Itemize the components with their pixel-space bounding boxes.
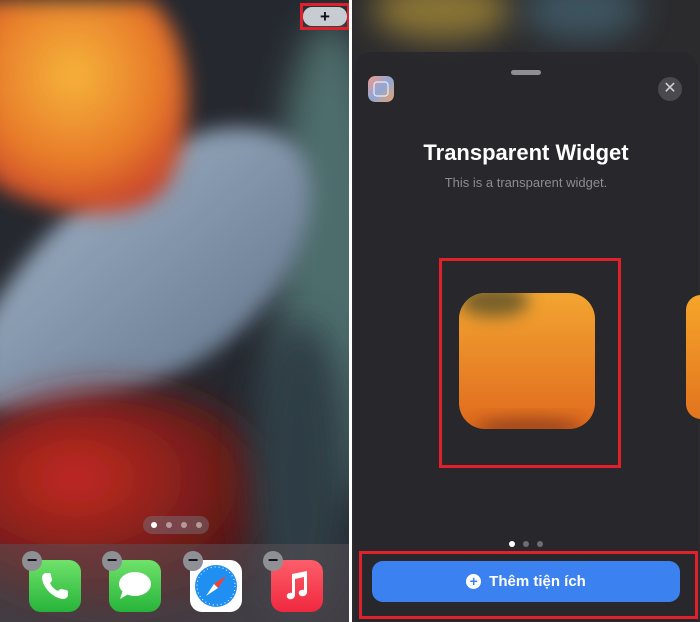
- widget-app-icon: [368, 76, 394, 102]
- page-dot: [195, 522, 202, 528]
- widget-subtitle: This is a transparent widget.: [444, 175, 608, 190]
- close-button[interactable]: ✕: [658, 77, 682, 101]
- remove-badge[interactable]: −: [22, 551, 42, 571]
- page-dot: [180, 522, 187, 528]
- widget-sheet-panel: ✕ Transparent Widget This is a transpare…: [352, 0, 700, 622]
- page-dot: [537, 541, 543, 547]
- widget-page-indicator[interactable]: [352, 541, 700, 547]
- widget-title: Transparent Widget: [423, 140, 629, 165]
- next-widget-preview[interactable]: [686, 295, 700, 419]
- page-dot: [165, 522, 172, 528]
- page-dot: [150, 522, 157, 528]
- page-dot: [523, 541, 529, 547]
- highlight-box-add-button: [359, 551, 698, 619]
- highlight-box-widget: [439, 258, 621, 468]
- page-indicator[interactable]: [143, 516, 209, 534]
- highlight-box-plus: [300, 3, 349, 30]
- home-screen-panel: + − − − −: [0, 0, 349, 622]
- remove-badge[interactable]: −: [263, 551, 283, 571]
- sheet-grabber[interactable]: [511, 70, 541, 75]
- remove-badge[interactable]: −: [183, 551, 203, 571]
- remove-badge[interactable]: −: [102, 551, 122, 571]
- page-dot: [509, 541, 515, 547]
